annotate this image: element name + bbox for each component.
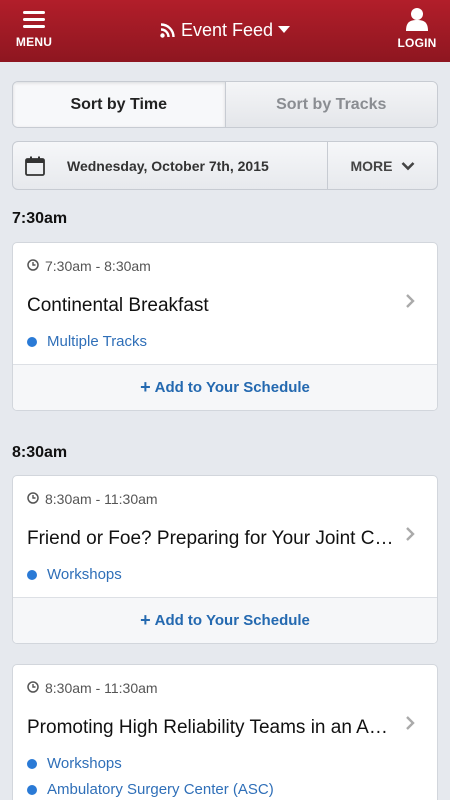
date-selector[interactable]: Wednesday, October 7th, 2015 MORE (12, 141, 438, 190)
chevron-right-icon (405, 293, 415, 314)
top-app-bar: MENU Event Feed LOGIN (0, 0, 450, 62)
session-title[interactable]: Friend or Foe? Preparing for Your Joint … (27, 528, 397, 550)
track-label: Workshops (47, 566, 122, 583)
chevron-right-icon (405, 526, 415, 547)
session-title[interactable]: Promoting High Reliability Teams in an A… (27, 717, 397, 739)
session-time-text: 7:30am - 8:30am (45, 258, 151, 274)
rss-icon (160, 22, 175, 43)
session-title[interactable]: Continental Breakfast (27, 295, 397, 317)
clock-icon (27, 258, 39, 274)
time-group-heading: 7:30am (12, 210, 68, 227)
session-time: 7:30am - 8:30am (27, 258, 151, 274)
sort-toggle: Sort by Time Sort by Tracks (12, 81, 438, 128)
more-label: MORE (350, 157, 393, 174)
track-dot (27, 758, 37, 769)
more-button[interactable]: MORE (327, 142, 437, 189)
add-to-schedule-button[interactable]: + Add to Your Schedule (13, 597, 437, 643)
add-to-schedule-label: Add to Your Schedule (154, 379, 310, 396)
time-group-heading: 8:30am (12, 444, 68, 461)
event-feed-dropdown[interactable]: Event Feed (0, 20, 450, 43)
track-dot (27, 784, 37, 795)
plus-icon: + (140, 377, 151, 397)
clock-icon (27, 680, 39, 696)
login-label: LOGIN (397, 36, 437, 50)
track-tag[interactable]: Multiple Tracks (27, 333, 147, 350)
track-tag[interactable]: Workshops (27, 755, 122, 772)
track-label: Ambulatory Surgery Center (ASC) (47, 781, 274, 798)
session-time-text: 8:30am - 11:30am (45, 491, 158, 507)
sort-by-time-tab[interactable]: Sort by Time (13, 82, 225, 127)
session-card[interactable]: 8:30am - 11:30am Promoting High Reliabil… (12, 664, 438, 800)
track-tag[interactable]: Ambulatory Surgery Center (ASC) (27, 781, 274, 798)
session-time: 8:30am - 11:30am (27, 680, 158, 696)
login-button[interactable]: LOGIN (394, 7, 440, 50)
track-tag[interactable]: Workshops (27, 566, 122, 583)
track-dot (27, 569, 37, 580)
add-to-schedule-label: Add to Your Schedule (154, 612, 310, 629)
clock-icon (27, 491, 39, 507)
page-title: Event Feed (180, 20, 274, 40)
plus-icon: + (140, 610, 151, 630)
caret-down-icon (278, 26, 291, 33)
chevron-down-icon (401, 158, 415, 174)
track-label: Multiple Tracks (47, 333, 148, 350)
session-card[interactable]: 7:30am - 8:30am Continental Breakfast Mu… (12, 242, 438, 411)
selected-date: Wednesday, October 7th, 2015 (67, 157, 269, 174)
add-to-schedule-button[interactable]: + Add to Your Schedule (13, 364, 437, 410)
session-time-text: 8:30am - 11:30am (45, 680, 158, 696)
session-card[interactable]: 8:30am - 11:30am Friend or Foe? Preparin… (12, 475, 438, 644)
session-time: 8:30am - 11:30am (27, 491, 158, 507)
sort-by-tracks-tab[interactable]: Sort by Tracks (224, 82, 437, 127)
calendar-icon (25, 156, 45, 176)
track-dot (27, 336, 37, 347)
chevron-right-icon (405, 715, 415, 736)
user-icon (394, 7, 440, 31)
track-label: Workshops (47, 755, 122, 772)
